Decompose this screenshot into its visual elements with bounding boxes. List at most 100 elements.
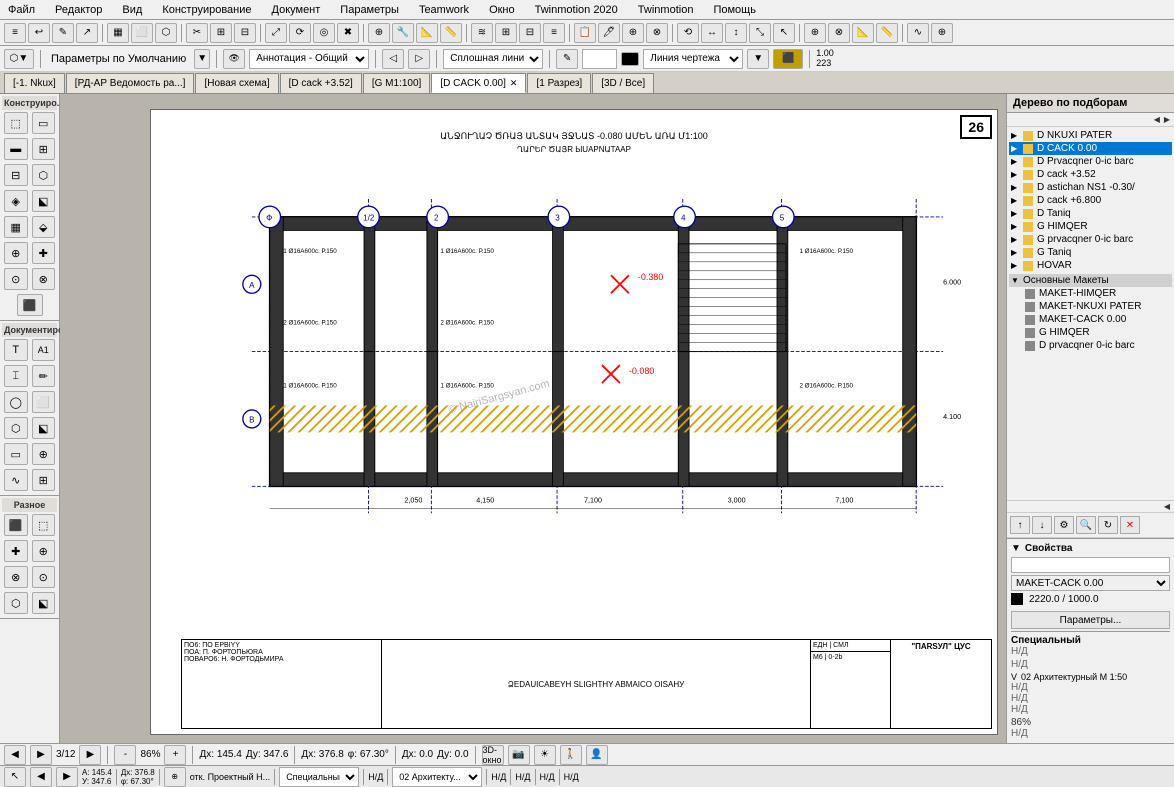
misc-btn-dia[interactable]: ⬕ — [32, 592, 56, 614]
tree-item-maket-himqer[interactable]: MAKET-HIMQER — [1009, 287, 1172, 300]
misc-btn-hex[interactable]: ⬡ — [4, 592, 28, 614]
doc-btn-bar2[interactable]: ▭ — [4, 443, 28, 465]
construct-btn-bar[interactable]: ▬ — [4, 138, 28, 160]
tree-bottom-scroll[interactable]: ◀ — [1164, 502, 1170, 511]
bb-cam-btn[interactable]: 📷 — [508, 745, 530, 765]
tree-item-nkuxi[interactable]: ▶ D NKUXI PATER — [1009, 129, 1172, 142]
construct-btn-sq[interactable]: ▦ — [4, 216, 28, 238]
misc-btn-add[interactable]: ✚ — [4, 540, 28, 562]
tb-undo-btn[interactable]: ⟲ — [677, 23, 699, 43]
doc-btn-dia2[interactable]: ⬕ — [32, 417, 56, 439]
tb-vert-btn[interactable]: ↕ — [725, 23, 747, 43]
action-btn-3[interactable]: ⚙ — [1054, 516, 1074, 534]
construct-btn-slash[interactable]: ⬙ — [32, 216, 56, 238]
tb-cx-btn2[interactable]: ⊗ — [828, 23, 850, 43]
props-name-input[interactable]: D CACK 0.00 — [1011, 557, 1170, 573]
doc-btn-wave[interactable]: ∿ — [4, 469, 28, 491]
tb-list-btn[interactable]: ≡ — [543, 23, 565, 43]
drawing-sheet[interactable]: 26 ԱՆՋՈՒՂԱՉ ԾՌԱՅ ԱՆՏԱԿ ՅՋՆԱՏ -0.080 ԱՄԵՆ… — [150, 109, 998, 735]
tb-cut-btn[interactable]: ✂ — [186, 23, 208, 43]
tab-cack-active[interactable]: [D CACK 0.00] ✕ — [431, 73, 526, 93]
tree-item-cack[interactable]: ▶ D CACK 0.00 — [1009, 142, 1172, 155]
tab-close-icon[interactable]: ✕ — [510, 78, 518, 89]
construct-btn-black[interactable]: ⬛ — [17, 294, 43, 316]
bb-left-btn[interactable]: ◀ — [4, 745, 26, 765]
construct-btn-circ[interactable]: ◈ — [4, 190, 28, 212]
bb-3d-btn[interactable]: 3D-окно — [482, 745, 504, 765]
tb-wrench-btn[interactable]: 🔧 — [392, 23, 414, 43]
construct-btn-plus[interactable]: ⊕ — [4, 242, 28, 264]
props-expand-icon[interactable]: ▼ — [1011, 543, 1021, 554]
tb-pen-btn[interactable]: 🖊 — [598, 23, 620, 43]
doc-btn-rect2[interactable]: ⬜ — [32, 391, 56, 413]
menu-teamwork[interactable]: Teamwork — [415, 2, 473, 18]
tb-wave-btn[interactable]: ∿ — [907, 23, 929, 43]
tb-cplus-btn2[interactable]: ⊕ — [804, 23, 826, 43]
bb2-snap-btn[interactable]: ⊕ — [164, 767, 186, 787]
tab-rd-ar[interactable]: [РД-АР Ведомость ра...] — [66, 73, 195, 93]
bb-zoom-out[interactable]: - — [114, 745, 136, 765]
tree-item-hovar[interactable]: ▶ HOVAR — [1009, 259, 1172, 272]
menu-view[interactable]: Вид — [118, 2, 146, 18]
tab-g-m1100[interactable]: [G M1:100] — [363, 73, 430, 93]
tb-zoom-fit[interactable]: ⤢ — [265, 23, 287, 43]
misc-btn-ring[interactable]: ⊙ — [32, 566, 56, 588]
menu-twinmotion2020[interactable]: Twinmotion 2020 — [531, 2, 622, 18]
tb-ruler-btn[interactable]: 📏 — [440, 23, 462, 43]
tb-plus3[interactable]: ⊕ — [931, 23, 953, 43]
tb-lines-btn[interactable]: ≋ — [471, 23, 493, 43]
menu-window[interactable]: Окно — [485, 2, 519, 18]
tb-horiz-btn[interactable]: ↔ — [701, 23, 723, 43]
tb-box-minus[interactable]: ⊟ — [519, 23, 541, 43]
bb2-arrow-btn[interactable]: ↖ — [4, 767, 26, 787]
bb-sun-btn[interactable]: ☀ — [534, 745, 556, 765]
menu-twinmotion[interactable]: Twinmotion — [634, 2, 698, 18]
tree-item-cack352[interactable]: ▶ D cack +3.52 — [1009, 168, 1172, 181]
annotation-select[interactable]: Аннотация - Общий — [249, 49, 369, 69]
menu-params[interactable]: Параметры — [336, 2, 403, 18]
tree-item-cack68[interactable]: ▶ D cack +6.800 — [1009, 194, 1172, 207]
tree-item-g-himqer[interactable]: G HIMQER — [1009, 326, 1172, 339]
tb2-r-btn[interactable]: ▷ — [408, 49, 430, 69]
construct-btn-x[interactable]: ⊗ — [32, 268, 56, 290]
tab-3d[interactable]: [3D / Все] — [592, 73, 654, 93]
layer-select[interactable]: Линия чертежа — [643, 49, 743, 69]
bb2-special-select[interactable]: Специальный — [279, 767, 359, 787]
line-type-select[interactable]: Сплошная линия — [443, 49, 543, 69]
bb-zoom-in[interactable]: + — [164, 745, 186, 765]
canvas-inner[interactable]: 26 ԱՆՋՈՒՂԱՉ ԾՌԱՅ ԱՆՏԱԿ ՅՋՆԱՏ -0.080 ԱՄԵՆ… — [60, 94, 1006, 743]
action-btn-2[interactable]: ↓ — [1032, 516, 1052, 534]
action-btn-delete[interactable]: ✕ — [1120, 516, 1140, 534]
tb-back-btn[interactable]: ↩ — [28, 23, 50, 43]
tree-item-astic[interactable]: ▶ D astichan NS1 -0.30/ — [1009, 181, 1172, 194]
doc-btn-line[interactable]: ⌶ — [4, 365, 28, 387]
tab-nkux[interactable]: [-1. Nkux] — [4, 73, 65, 93]
action-btn-5[interactable]: ↻ — [1098, 516, 1118, 534]
bb-p2[interactable]: ▶ — [79, 745, 101, 765]
doc-btn-a1[interactable]: A1 — [32, 339, 56, 361]
tb-add-btn[interactable]: ⊕ — [368, 23, 390, 43]
construct-btn-min[interactable]: ⊟ — [4, 164, 28, 186]
tree-item-prv[interactable]: ▶ D Prvacqner 0-ic barc — [1009, 155, 1172, 168]
tb-minus-btn[interactable]: ⊟ — [234, 23, 256, 43]
menu-construct[interactable]: Конструирование — [158, 2, 255, 18]
construct-btn-hex[interactable]: ⬡ — [32, 164, 56, 186]
tree-item-himqer[interactable]: ▶ G HIMQER — [1009, 220, 1172, 233]
tb2-color-btn[interactable]: ⬛ — [773, 49, 803, 69]
construct-btn-ring[interactable]: ⊙ — [4, 268, 28, 290]
construct-btn-cross[interactable]: ✚ — [32, 242, 56, 264]
canvas-area[interactable]: 26 ԱՆՋՈՒՂԱՉ ԾՌԱՅ ԱՆՏԱԿ ՅՋՆԱՏ -0.080 ԱՄԵՆ… — [60, 94, 1006, 743]
tb-diag-btn[interactable]: ⤡ — [749, 23, 771, 43]
tb-measure-btn[interactable]: 📐 — [416, 23, 438, 43]
misc-btn-x[interactable]: ⊗ — [4, 566, 28, 588]
bb2-right-btn[interactable]: ▶ — [56, 767, 78, 787]
tb-circ-plus[interactable]: ⊕ — [622, 23, 644, 43]
construct-btn-wall[interactable]: ⬚ — [4, 112, 28, 134]
doc-btn-pen[interactable]: ✏ — [32, 365, 56, 387]
tb-plus-btn[interactable]: ⊞ — [210, 23, 232, 43]
doc-btn-circle[interactable]: ◯ — [4, 391, 28, 413]
tb2-shape-btn[interactable]: ⬡▼ — [4, 49, 34, 69]
tb-cross-btn[interactable]: ✖ — [337, 23, 359, 43]
tree-item-gtaniq[interactable]: ▶ G Taniq — [1009, 246, 1172, 259]
tb-poly-btn[interactable]: ⬡ — [155, 23, 177, 43]
